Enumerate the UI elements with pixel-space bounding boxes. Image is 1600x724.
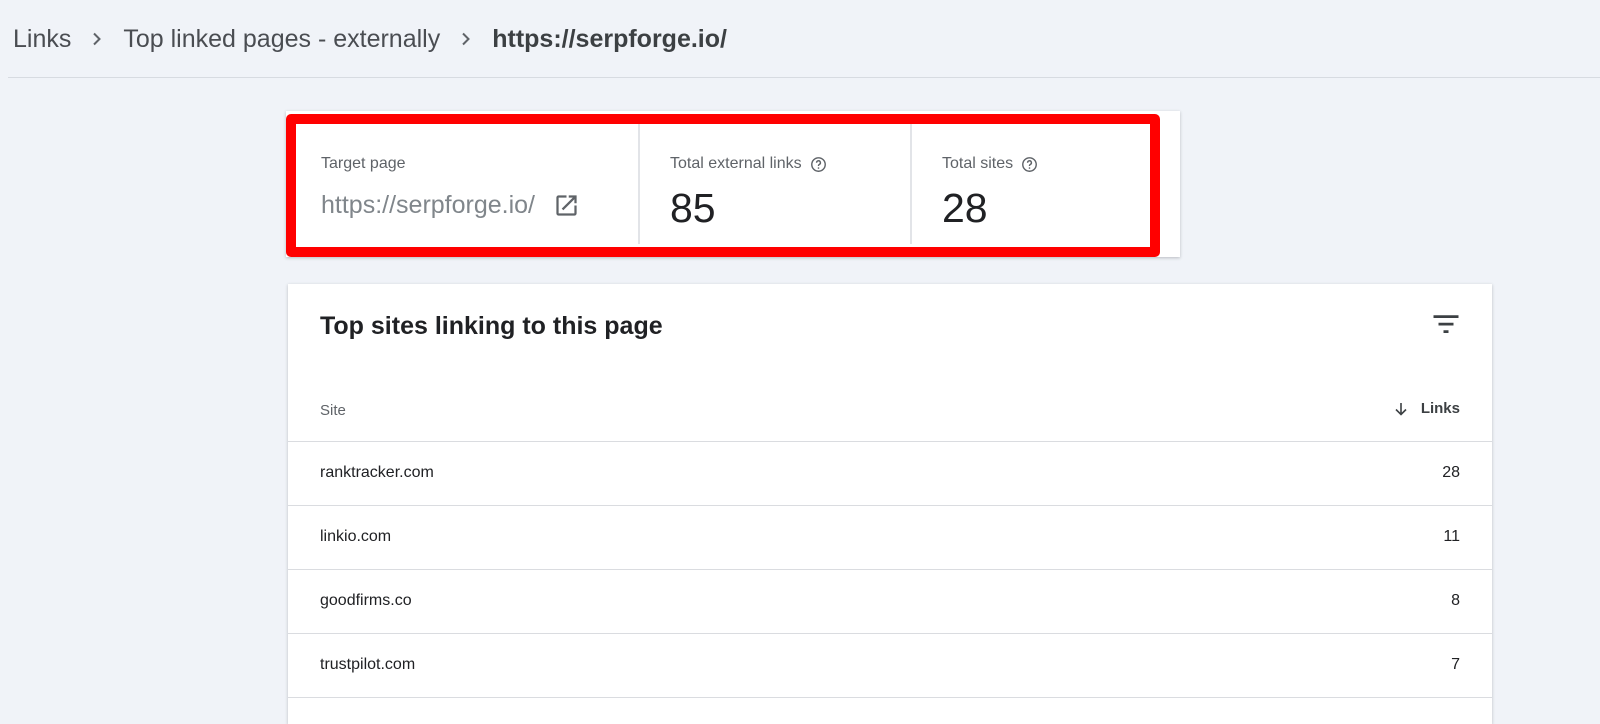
table-header-row: Site Links	[288, 380, 1492, 442]
table-title: Top sites linking to this page	[320, 312, 663, 340]
table-body: ranktracker.com 28 linkio.com 11 goodfir…	[288, 442, 1492, 698]
breadcrumb-current-page: https://serpforge.io/	[492, 24, 727, 53]
column-header-links-label: Links	[1420, 400, 1460, 417]
summary-card: Target page https://serpforge.io/ Total …	[286, 111, 1180, 257]
total-sites-label: Total sites	[942, 155, 1014, 172]
header-divider	[8, 77, 1600, 78]
chevron-right-icon	[440, 0, 492, 78]
filter-list-icon	[1431, 309, 1461, 344]
breadcrumb: Links Top linked pages - externally http…	[0, 0, 1600, 78]
row-site: ranktracker.com	[320, 464, 434, 481]
row-site: linkio.com	[320, 528, 392, 545]
top-sites-table-card: Top sites linking to this page Site Link…	[288, 284, 1492, 724]
filter-button[interactable]	[1428, 310, 1464, 342]
table-row[interactable]: linkio.com 11	[288, 506, 1492, 570]
row-links-count: 8	[1451, 592, 1460, 609]
total-sites-value: 28	[942, 185, 988, 231]
target-page-url[interactable]: https://serpforge.io/	[321, 191, 580, 220]
open-in-new-icon[interactable]	[553, 192, 580, 219]
target-page-label: Target page	[321, 155, 406, 172]
table-row[interactable]: trustpilot.com 7	[288, 634, 1492, 698]
column-header-links[interactable]: Links	[1393, 400, 1460, 417]
total-sites-cell: Total sites 28	[910, 121, 1150, 244]
total-external-links-label: Total external links	[670, 155, 802, 172]
table-row[interactable]: ranktracker.com 28	[288, 442, 1492, 506]
total-external-links-cell: Total external links 85	[638, 121, 910, 244]
help-outline-icon[interactable]	[1021, 156, 1038, 173]
arrow-down-icon	[1395, 402, 1407, 416]
row-links-count: 7	[1451, 656, 1460, 673]
row-links-count: 11	[1443, 528, 1460, 545]
target-page-cell: Target page https://serpforge.io/	[296, 121, 638, 244]
row-site: goodfirms.co	[320, 592, 412, 609]
total-external-links-label-row: Total external links	[670, 155, 827, 173]
row-site: trustpilot.com	[320, 656, 416, 673]
table-row[interactable]: goodfirms.co 8	[288, 570, 1492, 634]
total-sites-label-row: Total sites	[942, 155, 1038, 173]
chevron-right-icon	[71, 0, 123, 78]
total-external-links-value: 85	[670, 185, 716, 231]
breadcrumb-top-linked-pages[interactable]: Top linked pages - externally	[123, 25, 440, 54]
row-links-count: 28	[1442, 464, 1460, 481]
breadcrumb-links[interactable]: Links	[13, 25, 71, 54]
help-outline-icon[interactable]	[810, 156, 827, 173]
target-url-text: https://serpforge.io/	[321, 191, 536, 219]
column-header-site[interactable]: Site	[320, 402, 346, 419]
